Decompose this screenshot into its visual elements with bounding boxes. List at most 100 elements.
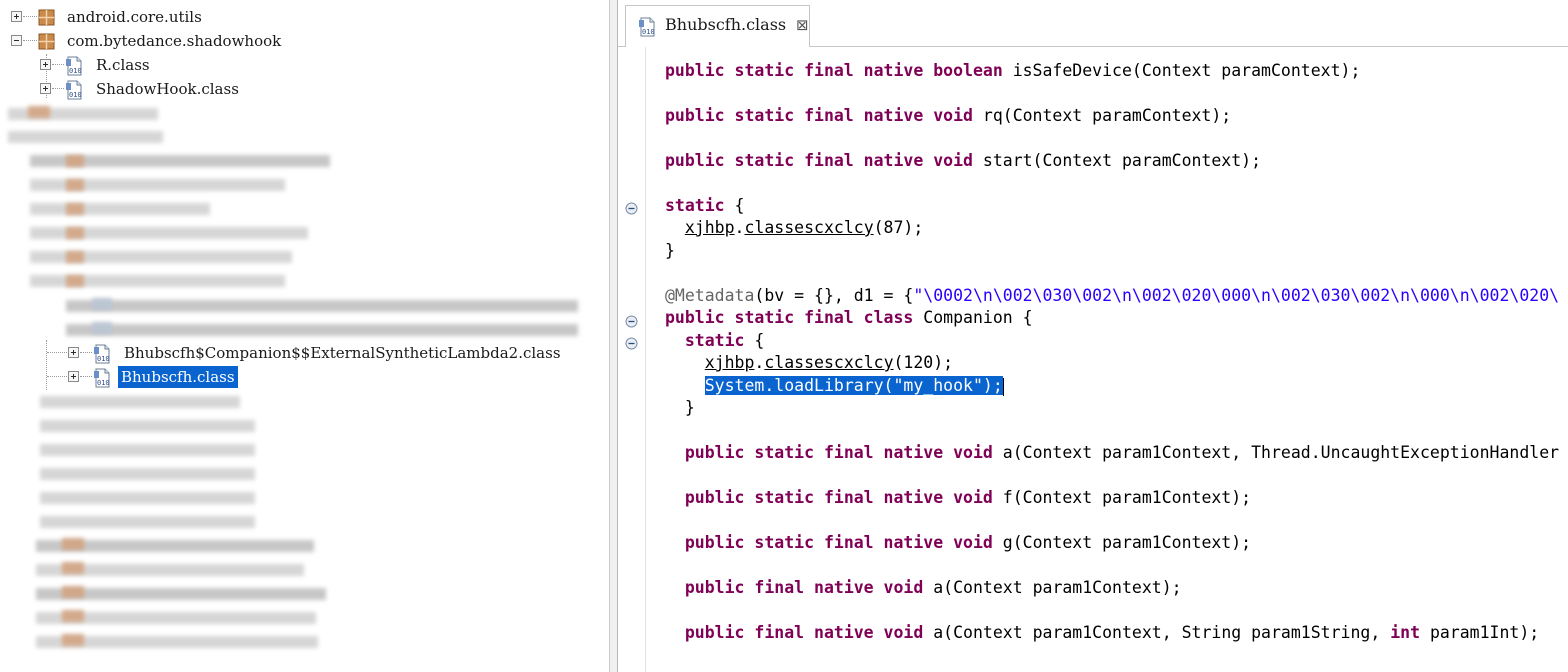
svg-text:010: 010	[97, 379, 110, 387]
code-text: start(Context paramContext);	[982, 151, 1262, 170]
package-icon	[38, 9, 55, 26]
obscured-tree-item	[62, 610, 84, 622]
code-line[interactable]: xjhbp.classescxclcy(87);	[665, 217, 923, 239]
obscured-tree-item	[40, 396, 240, 408]
code-text: {	[744, 331, 765, 350]
code-text: .	[734, 218, 745, 237]
code-line[interactable]: System.loadLibrary("my_hook");	[665, 375, 1004, 397]
code-line[interactable]: public static final native void start(Co…	[665, 150, 1261, 172]
svg-text:010: 010	[642, 28, 655, 36]
code-keyword: public static final native void	[665, 151, 983, 170]
fold-collapse-icon[interactable]	[625, 337, 638, 350]
tree-connector	[52, 88, 64, 89]
tree-connector	[23, 16, 37, 17]
obscured-tree-item	[92, 298, 112, 310]
tree-item-companion-lambda-class[interactable]: 010 Bhubscfh$Companion$$ExternalSyntheti…	[0, 342, 609, 366]
tree-item-label: android.core.utils	[67, 8, 202, 26]
obscured-tree-item	[66, 251, 84, 263]
code-keyword: public static final native void	[684, 533, 1003, 552]
expand-icon[interactable]	[11, 11, 22, 22]
obscured-tree-item	[62, 562, 84, 574]
code-line[interactable]: static {	[665, 330, 764, 352]
code-line[interactable]: public final native void a(Context param…	[665, 622, 1539, 644]
code-text: }	[665, 398, 695, 417]
obscured-tree-item	[40, 420, 255, 432]
tree-item-r-class[interactable]: 010 R.class	[0, 54, 609, 78]
class-file-icon: 010	[94, 344, 110, 364]
fold-collapse-icon[interactable]	[625, 315, 638, 328]
code-keyword: int	[1390, 623, 1421, 642]
obscured-tree-item	[40, 492, 255, 504]
fold-collapse-icon[interactable]	[625, 202, 638, 215]
code-line[interactable]: static {	[665, 195, 744, 217]
obscured-tree-item	[30, 203, 210, 215]
code-line[interactable]: public static final native void g(Contex…	[665, 532, 1251, 554]
obscured-tree-item	[92, 322, 112, 334]
editor-tab-bhubscfh-class[interactable]: 010 Bhubscfh.class ⊠	[625, 5, 810, 47]
code-editor[interactable]: 010 Bhubscfh.class ⊠ public static final…	[617, 0, 1568, 672]
svg-text:010: 010	[69, 91, 82, 99]
package-explorer-tree[interactable]: android.core.utils com.bytedance.shadowh…	[0, 0, 610, 672]
tree-item-label: ShadowHook.class	[96, 80, 239, 98]
code-line[interactable]: public static final class Companion {	[665, 307, 1033, 329]
code-line[interactable]: public static final native boolean isSaf…	[665, 60, 1360, 82]
class-file-icon: 010	[94, 368, 110, 388]
expand-icon[interactable]	[68, 371, 79, 382]
tree-connector	[80, 352, 92, 353]
collapse-icon[interactable]	[11, 35, 22, 46]
tree-item-android-core-utils[interactable]: android.core.utils	[0, 6, 609, 30]
obscured-tree-item	[40, 468, 255, 480]
code-line[interactable]: }	[665, 397, 695, 419]
code-text: a(Context param1Context, Thread.Uncaught…	[1002, 443, 1560, 462]
text-caret	[1002, 377, 1004, 396]
code-line[interactable]: public static final native void rq(Conte…	[665, 105, 1231, 127]
obscured-tree-item	[62, 586, 84, 598]
code-text: {	[724, 196, 745, 215]
code-keyword: public final native void	[684, 623, 934, 642]
obscured-tree-item	[66, 155, 84, 167]
code-reference[interactable]: xjhbp	[685, 218, 735, 237]
obscured-tree-item	[8, 131, 163, 143]
tree-item-bhubscfh-class[interactable]: 010 Bhubscfh.class	[0, 366, 609, 390]
tree-item-com-bytedance-shadowhook[interactable]: com.bytedance.shadowhook	[0, 30, 609, 54]
obscured-tree-item	[28, 106, 50, 118]
expand-icon[interactable]	[68, 347, 79, 358]
code-line[interactable]: public static final native void a(Contex…	[665, 442, 1559, 464]
code-reference[interactable]: classescxclcy	[764, 353, 893, 372]
obscured-tree-item	[66, 275, 84, 287]
expand-icon[interactable]	[40, 83, 51, 94]
selected-code-text[interactable]: System.loadLibrary("my_hook");	[704, 376, 1003, 395]
tab-label: Bhubscfh.class	[665, 15, 787, 34]
code-text: (120);	[893, 353, 954, 372]
tree-item-label: R.class	[96, 56, 150, 74]
tree-item-shadowhook-class[interactable]: 010 ShadowHook.class	[0, 78, 609, 102]
tree-item-label: com.bytedance.shadowhook	[67, 32, 282, 50]
tree-connector	[52, 64, 64, 65]
class-file-icon: 010	[639, 17, 655, 37]
code-line[interactable]: @Metadata(bv = {}, d1 = {"\0002\n\002\03…	[665, 285, 1559, 307]
obscured-tree-item	[66, 300, 578, 312]
code-text: rq(Context paramContext);	[982, 106, 1232, 125]
code-line[interactable]: }	[665, 240, 675, 262]
close-tab-icon[interactable]: ⊠	[796, 16, 809, 34]
code-line[interactable]: public static final native void f(Contex…	[665, 487, 1251, 509]
code-keyword: static	[665, 196, 725, 215]
obscured-tree-item	[66, 203, 84, 215]
code-reference[interactable]: xjhbp	[705, 353, 755, 372]
code-text: Companion {	[923, 308, 1033, 327]
code-line[interactable]: public final native void a(Context param…	[665, 577, 1182, 599]
obscured-tree-item	[66, 324, 578, 336]
code-keyword: public static final native boolean	[665, 61, 1013, 80]
expand-icon[interactable]	[40, 59, 51, 70]
code-reference[interactable]: classescxclcy	[744, 218, 873, 237]
code-line[interactable]: xjhbp.classescxclcy(120);	[665, 352, 953, 374]
tree-item-label: Bhubscfh$Companion$$ExternalSyntheticLam…	[124, 344, 561, 362]
pane-splitter[interactable]	[610, 0, 617, 672]
tree-connector	[80, 376, 92, 377]
code-annotation: @Metadata	[665, 286, 755, 305]
